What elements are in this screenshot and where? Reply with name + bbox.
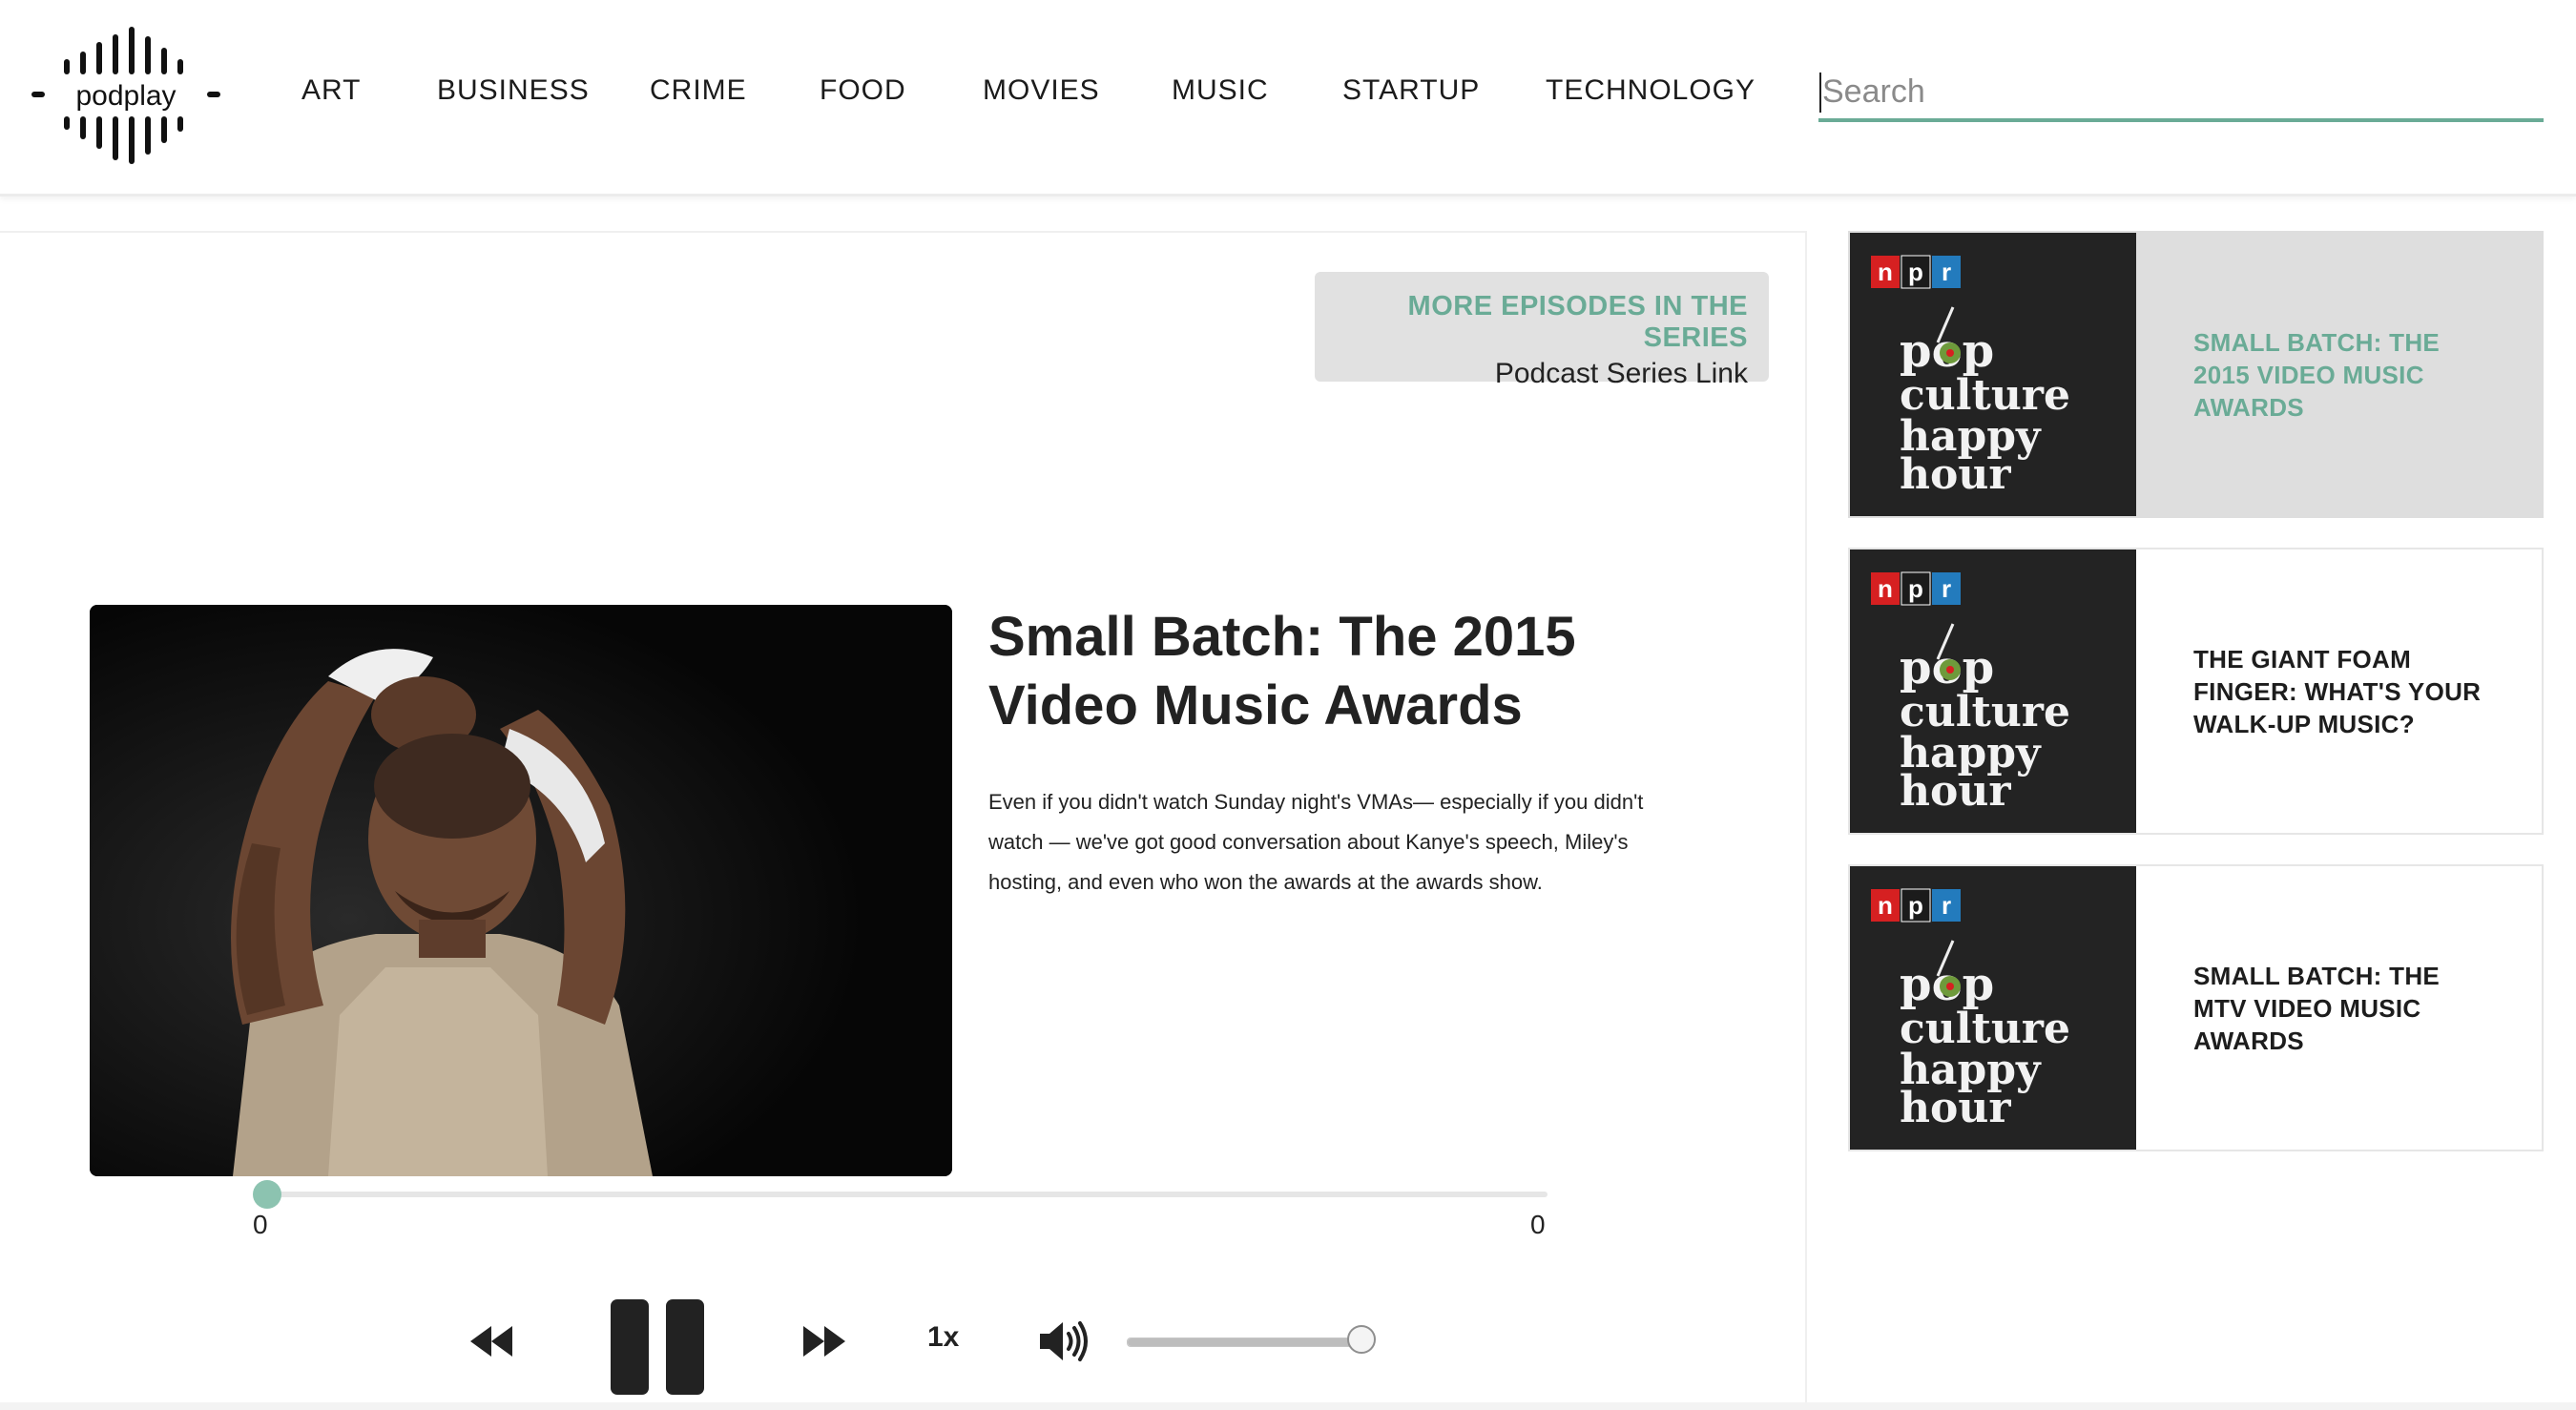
more-episodes-heading: MORE EPISODES IN THE SERIES	[1407, 291, 1748, 353]
nav-item-technology[interactable]: TECHNOLOGY	[1546, 74, 1755, 107]
nav-item-startup[interactable]: STARTUP	[1342, 74, 1480, 107]
pop-culture-happy-hour-cover: n p r pop culture happy hour	[1850, 866, 2136, 1150]
sidebar-episode-title: SMALL BATCH: THE MTV VIDEO MUSIC AWARDS	[2193, 962, 2441, 1055]
podcast-thumbnail: n p r pop culture happy hour	[1850, 549, 2136, 833]
nav-item-crime[interactable]: CRIME	[650, 74, 747, 107]
nav-item-business[interactable]: BUSINESS	[437, 74, 590, 107]
site-header: podplay ART BUSINESS CRIME FOOD MOVIES M…	[0, 0, 2576, 197]
svg-text:n: n	[1878, 891, 1893, 920]
page-bottom-edge	[0, 1402, 2576, 1410]
fast-forward-icon	[803, 1326, 845, 1357]
svg-text:p: p	[1908, 574, 1923, 603]
podcast-thumbnail: n p r pop culture happy hour	[1850, 866, 2136, 1150]
sidebar-episode-title: SMALL BATCH: THE 2015 VIDEO MUSIC AWARDS	[2193, 328, 2441, 422]
podplay-logo[interactable]: podplay	[29, 24, 224, 167]
rewind-icon	[470, 1326, 512, 1357]
episode-photo-illustration	[90, 605, 952, 1176]
fast-forward-button[interactable]	[801, 1322, 847, 1365]
progress-handle[interactable]	[253, 1180, 281, 1209]
nav-item-music[interactable]: MUSIC	[1172, 74, 1269, 107]
svg-text:r: r	[1942, 891, 1951, 920]
svg-text:p: p	[1908, 258, 1923, 286]
volume-handle[interactable]	[1347, 1325, 1376, 1354]
episode-title: Small Batch: The 2015 Video Music Awards	[988, 606, 1576, 736]
volume-button[interactable]	[1038, 1319, 1090, 1368]
total-duration: 0	[1530, 1210, 1546, 1239]
sidebar-episode-card[interactable]: n p r pop culture happy hour SMALL BATCH…	[1848, 864, 2544, 1151]
search-input[interactable]	[1818, 65, 2544, 122]
svg-text:hour: hour	[1900, 450, 2011, 499]
elapsed-time: 0	[253, 1210, 268, 1239]
svg-text:podplay: podplay	[75, 80, 176, 112]
svg-text:r: r	[1942, 574, 1951, 603]
episode-description: Even if you didn't watch Sunday night's …	[988, 790, 1644, 894]
volume-fill	[1128, 1338, 1362, 1346]
svg-text:n: n	[1878, 574, 1893, 603]
progress-bar[interactable]	[267, 1192, 1548, 1197]
volume-slider[interactable]	[1127, 1337, 1363, 1347]
svg-text:r: r	[1942, 258, 1951, 286]
podcast-thumbnail: n p r pop culture happy hour	[1850, 233, 2136, 516]
nav-item-art[interactable]: ART	[301, 74, 361, 107]
text-cursor	[1819, 73, 1821, 113]
svg-text:p: p	[1908, 891, 1923, 920]
pause-icon	[611, 1299, 704, 1395]
pop-culture-happy-hour-cover: n p r pop culture happy hour	[1850, 549, 2136, 833]
sidebar-episode-title: THE GIANT FOAM FINGER: WHAT'S YOUR WALK-…	[2193, 645, 2482, 738]
nav-item-food[interactable]: FOOD	[820, 74, 906, 107]
nav-item-movies[interactable]: MOVIES	[983, 74, 1100, 107]
podcast-series-link[interactable]: Podcast Series Link	[1315, 358, 1748, 390]
pop-culture-happy-hour-cover: n p r pop culture happy hour	[1850, 233, 2136, 516]
podplay-logo-mark: podplay	[31, 27, 220, 164]
more-episodes-link[interactable]: MORE EPISODES IN THE SERIES Podcast Seri…	[1315, 272, 1769, 389]
rewind-button[interactable]	[468, 1322, 514, 1365]
playback-speed-button[interactable]: 1x	[927, 1321, 959, 1354]
pause-button[interactable]	[609, 1299, 706, 1400]
svg-text:hour: hour	[1900, 767, 2011, 816]
volume-icon	[1040, 1321, 1088, 1361]
svg-text:n: n	[1878, 258, 1893, 286]
sidebar-episode-card[interactable]: n p r pop culture happy hour THE GIANT F…	[1848, 548, 2544, 835]
episode-photo	[90, 605, 952, 1176]
sidebar-episode-card[interactable]: n p r pop culture happy hour SMALL BATCH…	[1848, 231, 2544, 518]
svg-text:hour: hour	[1900, 1084, 2011, 1132]
